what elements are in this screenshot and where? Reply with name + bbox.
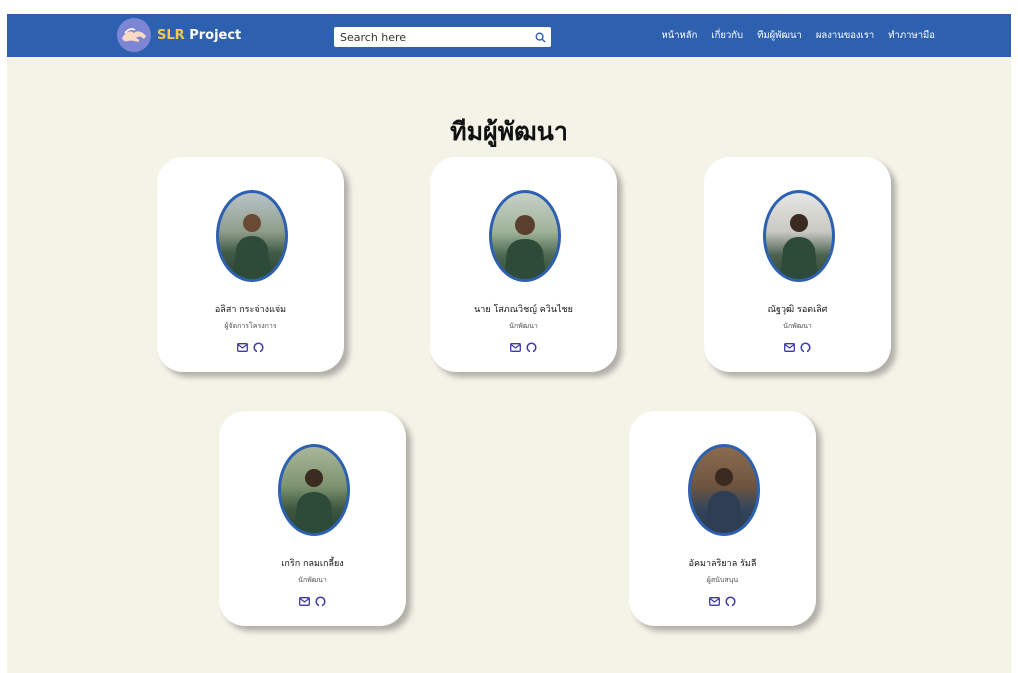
member-card: ณัฐวุฒิ รอดเลิศ นักพัฒนา: [704, 157, 891, 372]
github-icon[interactable]: [526, 341, 538, 353]
nav-link-team[interactable]: ทีมผู้พัฒนา: [757, 28, 802, 43]
github-icon[interactable]: [800, 341, 812, 353]
member-role: ผู้จัดการโครงการ: [224, 322, 277, 330]
search-button[interactable]: [529, 27, 551, 47]
github-icon[interactable]: [253, 341, 265, 353]
member-card: นาย โสภณวิชญ์ ควินไชย นักพัฒนา: [430, 157, 617, 372]
member-links: [219, 595, 406, 607]
email-icon[interactable]: [784, 341, 796, 353]
github-icon[interactable]: [725, 595, 737, 607]
member-card: เกริก กลมเกลี้ยง นักพัฒนา: [219, 411, 406, 626]
page-title: ทีมผู้พัฒนา: [450, 117, 568, 146]
email-icon[interactable]: [709, 595, 721, 607]
member-links: [157, 341, 344, 353]
email-icon[interactable]: [510, 341, 522, 353]
member-name: อัคมาลริยาล รัมลี: [688, 559, 757, 569]
member-role: นักพัฒนา: [509, 322, 538, 330]
member-card: อัคมาลริยาล รัมลี ผู้สนับสนุน: [629, 411, 816, 626]
navbar: SLR Project หน้าหลัก เกี่ยวกับ ทีมผู้พัฒ…: [7, 14, 1011, 57]
member-role: นักพัฒนา: [783, 322, 812, 330]
search-input[interactable]: [334, 27, 529, 47]
logo-hands-icon: [117, 18, 151, 52]
nav-link-home[interactable]: หน้าหลัก: [661, 28, 697, 43]
member-links: [629, 595, 816, 607]
member-name: อลิสา กระจ่างแจ่ม: [214, 305, 287, 315]
member-links: [704, 341, 891, 353]
member-role: ผู้สนับสนุน: [706, 576, 739, 584]
member-card: อลิสา กระจ่างแจ่ม ผู้จัดการโครงการ: [157, 157, 344, 372]
member-photo: [216, 190, 288, 282]
email-icon[interactable]: [299, 595, 311, 607]
member-name: นาย โสภณวิชญ์ ควินไชย: [474, 305, 573, 315]
nav-link-sign[interactable]: ทำภาษามือ: [888, 28, 935, 43]
member-photo: [688, 444, 760, 536]
member-photo: [489, 190, 561, 282]
github-icon[interactable]: [315, 595, 327, 607]
page: SLR Project หน้าหลัก เกี่ยวกับ ทีมผู้พัฒ…: [7, 14, 1011, 673]
member-name: เกริก กลมเกลี้ยง: [281, 559, 344, 569]
nav-links: หน้าหลัก เกี่ยวกับ ทีมผู้พัฒนา ผลงานของเ…: [647, 14, 935, 57]
member-photo: [763, 190, 835, 282]
brand-rest: Project: [184, 27, 242, 43]
email-icon[interactable]: [237, 341, 249, 353]
brand-name: SLR Project: [157, 28, 241, 43]
brand-accent: SLR: [157, 27, 185, 43]
member-photo: [278, 444, 350, 536]
member-links: [430, 341, 617, 353]
brand[interactable]: SLR Project: [117, 18, 241, 52]
search-icon: [534, 31, 545, 42]
search-bar: [334, 27, 551, 47]
nav-link-works[interactable]: ผลงานของเรา: [816, 28, 874, 43]
member-name: ณัฐวุฒิ รอดเลิศ: [767, 305, 828, 315]
nav-link-about[interactable]: เกี่ยวกับ: [711, 28, 743, 43]
member-role: นักพัฒนา: [298, 576, 327, 584]
